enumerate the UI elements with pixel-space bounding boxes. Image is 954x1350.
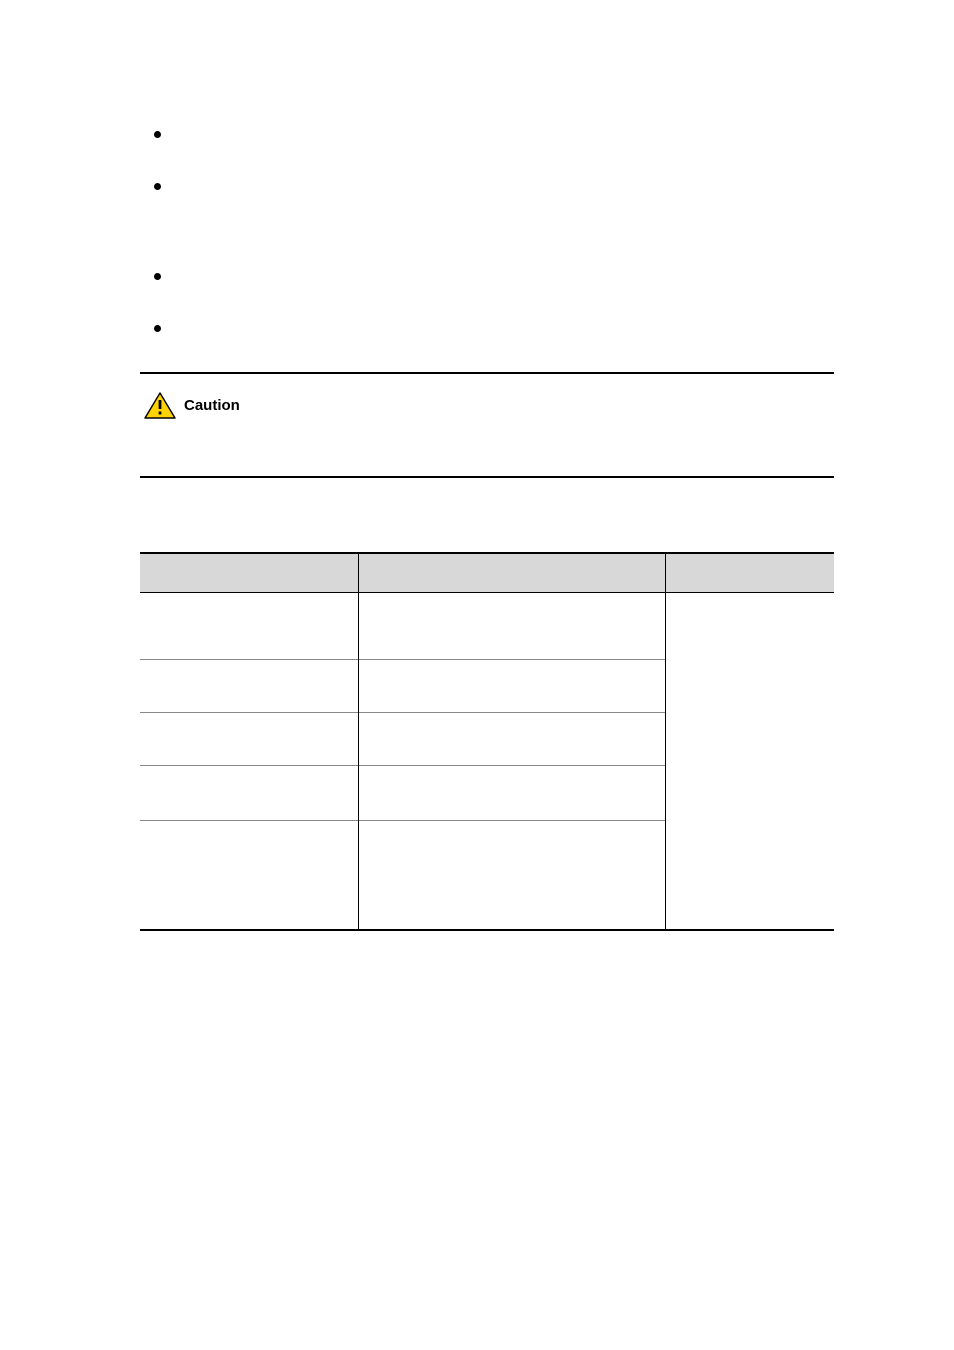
table-cell <box>359 712 666 765</box>
table-header-cell <box>140 553 359 593</box>
caution-callout: Caution <box>140 372 834 478</box>
spec-table <box>140 552 834 931</box>
list-item-text: Bullet line three placeholder <box>187 268 366 292</box>
list-item-text: Bullet line one placeholder <box>187 126 357 150</box>
bullet-icon <box>154 325 161 332</box>
document-page: Bullet line one placeholder Bullet line … <box>0 0 954 1350</box>
table-cell <box>359 820 666 877</box>
table-cell <box>140 592 359 659</box>
table-cell <box>359 765 666 820</box>
spec-table-container <box>140 552 834 931</box>
list-item: Bullet line three placeholder <box>154 268 834 292</box>
table-header-cell <box>666 553 835 593</box>
list-item: Bullet line one placeholder <box>154 126 834 150</box>
list-item-text: Bullet line four placeholder <box>187 320 358 344</box>
table-cell <box>359 659 666 712</box>
table-cell <box>359 877 666 930</box>
table-cell <box>140 877 359 930</box>
table-header-row <box>140 553 834 593</box>
bullet-icon <box>154 131 161 138</box>
table-cell <box>140 820 359 877</box>
table-cell <box>140 765 359 820</box>
bullet-icon <box>154 273 161 280</box>
table-header-cell <box>359 553 666 593</box>
bullet-list: Bullet line one placeholder Bullet line … <box>154 126 834 344</box>
table-row <box>140 592 834 659</box>
warning-triangle-icon <box>144 392 176 420</box>
table-cell <box>140 659 359 712</box>
bullet-icon <box>154 183 161 190</box>
list-item-text: Bullet line two placeholder spanning pos… <box>187 178 834 226</box>
caution-row: Caution <box>144 392 834 420</box>
list-item: Bullet line two placeholder spanning pos… <box>154 178 834 226</box>
table-cell <box>140 712 359 765</box>
list-item: Bullet line four placeholder <box>154 320 834 344</box>
caution-label: Caution <box>184 397 240 414</box>
table-cell <box>359 592 666 659</box>
table-cell <box>666 592 835 930</box>
